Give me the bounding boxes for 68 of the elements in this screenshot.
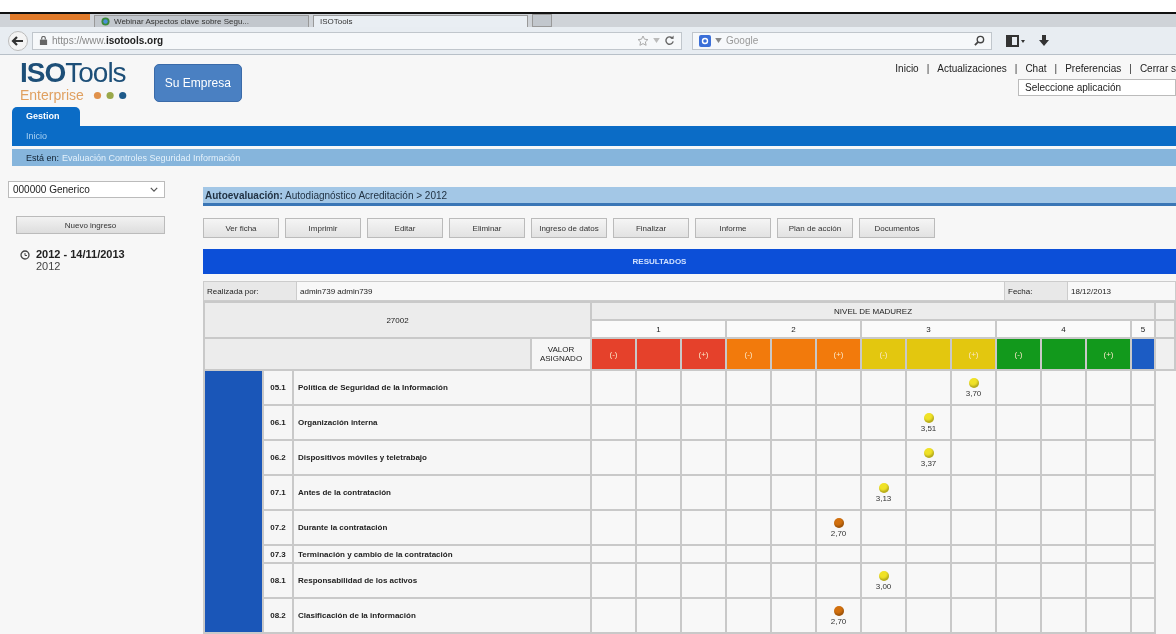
- organization-select[interactable]: 000000 Generico: [8, 181, 165, 198]
- separator: |: [1014, 63, 1018, 74]
- application-select[interactable]: Seleccione aplicación: [1018, 79, 1176, 96]
- table-cell: Organización interna: [293, 405, 591, 440]
- score-value: 3,51: [920, 423, 937, 433]
- window-icon[interactable]: [1006, 34, 1026, 47]
- back-icon[interactable]: [8, 30, 28, 51]
- logo-text: ISOTools: [20, 59, 127, 87]
- company-button[interactable]: Su Empresa: [153, 64, 242, 102]
- table-cell: Dispositivos móviles y teletrabajo: [293, 440, 591, 475]
- table-cell: Realizada por:: [204, 282, 297, 300]
- table-cell: Durante la contratación: [293, 510, 591, 545]
- toolbar-button[interactable]: Editar: [367, 218, 443, 238]
- globe-icon: [101, 17, 110, 26]
- header-link[interactable]: Chat: [1025, 63, 1047, 74]
- score-value: 2,70: [830, 616, 847, 626]
- separator: |: [926, 63, 930, 74]
- separator: |: [1129, 63, 1132, 74]
- search-icon[interactable]: [974, 35, 985, 46]
- toolbar-button[interactable]: Informe: [695, 218, 771, 238]
- toolbar-button[interactable]: Eliminar: [449, 218, 525, 238]
- toolbar-button[interactable]: Plan de acción: [777, 218, 853, 238]
- lock-icon: [39, 36, 48, 45]
- logo-subtitle: Enterprise: [20, 87, 84, 103]
- table-cell: admin739 admin739: [297, 282, 1005, 300]
- header-link[interactable]: Cerrar s: [1139, 63, 1176, 74]
- search-field[interactable]: Google: [692, 31, 992, 50]
- chevron-icon: [150, 187, 158, 192]
- table-header: NIVEL DE MADUREZ: [591, 302, 1156, 320]
- clock-icon: [20, 250, 30, 260]
- header-link[interactable]: Actualizaciones: [937, 63, 1007, 74]
- toolbar-button[interactable]: Ingreso de datos: [531, 218, 607, 238]
- table-cell: Fecha:: [1005, 282, 1068, 300]
- score-value: 3,00: [875, 581, 892, 591]
- table-header: VALOR ASIGNADO: [531, 338, 591, 370]
- score-value: 3,13: [875, 493, 892, 503]
- toolbar-button[interactable]: Documentos: [859, 218, 935, 238]
- new-entry-button[interactable]: Nuevo ingreso: [16, 216, 165, 234]
- table-cell: Clasificación de la información: [293, 598, 591, 633]
- search-engine-icon: [699, 34, 711, 47]
- toolbar-button[interactable]: Finalizar: [613, 218, 689, 238]
- table-cell: Política de Seguridad de la Información: [293, 370, 591, 405]
- download-icon[interactable]: [1038, 34, 1050, 47]
- period-link[interactable]: 2012 - 14/11/2013: [36, 248, 125, 260]
- header-link[interactable]: Inicio: [895, 63, 919, 74]
- nav-tab[interactable]: Gestion: [12, 107, 80, 126]
- evaluation-title: Autoevaluación: Autodiagnóstico Acreditación > 2012: [205, 189, 448, 201]
- toolbar-button[interactable]: Imprimir: [285, 218, 361, 238]
- score-value: 3,37: [920, 458, 937, 468]
- score-value: 2,70: [830, 528, 847, 538]
- breadcrumb-label: Está en:: [26, 152, 60, 163]
- score-value: 3,70: [965, 388, 982, 398]
- dropdown-icon[interactable]: [715, 38, 722, 43]
- results-title: RESULTADOS: [632, 257, 687, 266]
- browser-tab[interactable]: ISOTools: [313, 15, 528, 27]
- separator: |: [1054, 63, 1058, 74]
- star-icon[interactable]: [637, 34, 649, 47]
- table-cell: 18/12/2013: [1068, 282, 1176, 300]
- period-year: 2012: [36, 260, 62, 272]
- search-input[interactable]: Google: [726, 33, 970, 48]
- reload-icon[interactable]: [664, 35, 675, 46]
- browser-tab[interactable]: Webinar Aspectos clave sobre Segu...: [94, 15, 309, 27]
- address-field[interactable]: https://www.isotools.org: [32, 31, 682, 50]
- table-cell: Responsabilidad de los activos: [293, 563, 591, 598]
- toolbar-button[interactable]: Ver ficha: [203, 218, 279, 238]
- table-cell: Antes de la contratación: [293, 475, 591, 510]
- table-header: 27002: [204, 302, 591, 338]
- header-link[interactable]: Preferencias: [1065, 63, 1122, 74]
